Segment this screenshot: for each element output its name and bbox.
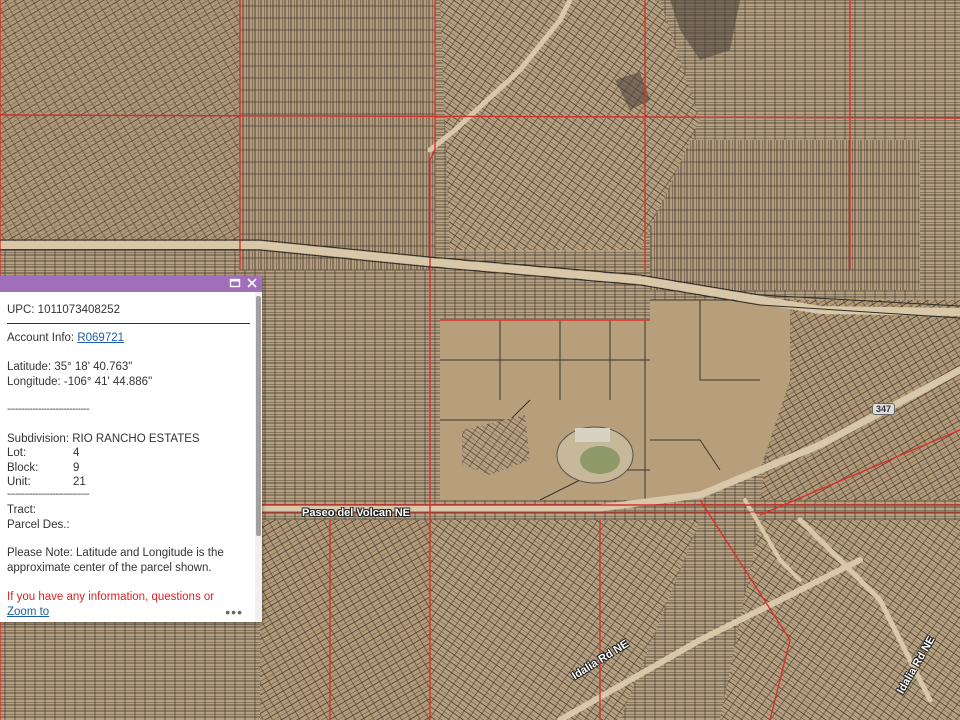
latitude-text: Latitude: 35° 18' 40.763" [7,361,133,373]
unit-value: 21 [73,476,86,488]
building [575,428,610,442]
account-info: Account Info: R069721 [7,332,124,344]
warning-text: If you have any information, questions o… [7,591,215,603]
parcel-area [0,0,240,240]
popup-body: UPC: 1011073408252 Account Info: R069721… [0,292,255,622]
note-line-2: approximate center of the parcel shown. [7,562,212,574]
dashes-separator: ----------------------------- [7,489,90,500]
account-label: Account Info: [7,332,78,344]
note-line-1: Please Note: Latitude and Longitude is t… [7,547,224,559]
longitude-text: Longitude: -106° 41' 44.886" [7,376,153,388]
parcel-area [260,520,430,720]
dashes-separator: ----------------------------- [7,404,90,415]
parcel-info-popup: UPC: 1011073408252 Account Info: R069721… [0,276,262,622]
parcel-area [650,140,920,290]
popup-scrollbar[interactable] [255,292,262,622]
close-icon[interactable] [245,277,259,291]
upc-text: UPC: 1011073408252 [7,304,120,316]
unit-label: Unit: [7,476,31,488]
popup-header [0,276,262,292]
popup-footer: Zoom to ••• [0,604,255,622]
more-options-icon[interactable]: ••• [225,604,243,620]
road-label-paseo-del-volcan: Paseo del Volcan NE [302,507,411,519]
block-value: 9 [73,462,80,474]
account-link[interactable]: R069721 [77,332,124,344]
subdivision-text: Subdivision: RIO RANCHO ESTATES [7,433,200,445]
scrollbar-thumb[interactable] [256,296,261,536]
sports-field [580,446,620,474]
tract-label: Tract: [7,504,36,516]
lot-label: Lot: [7,447,27,459]
maximize-icon[interactable] [228,277,242,291]
parcel-area [240,0,435,270]
divider [7,323,250,324]
parcel-des-label: Parcel Des.: [7,519,70,531]
zoom-to-link[interactable]: Zoom to [7,606,49,618]
block-label: Block: [7,462,39,474]
lot-value: 4 [73,447,80,459]
route-shield: 347 [872,403,896,415]
